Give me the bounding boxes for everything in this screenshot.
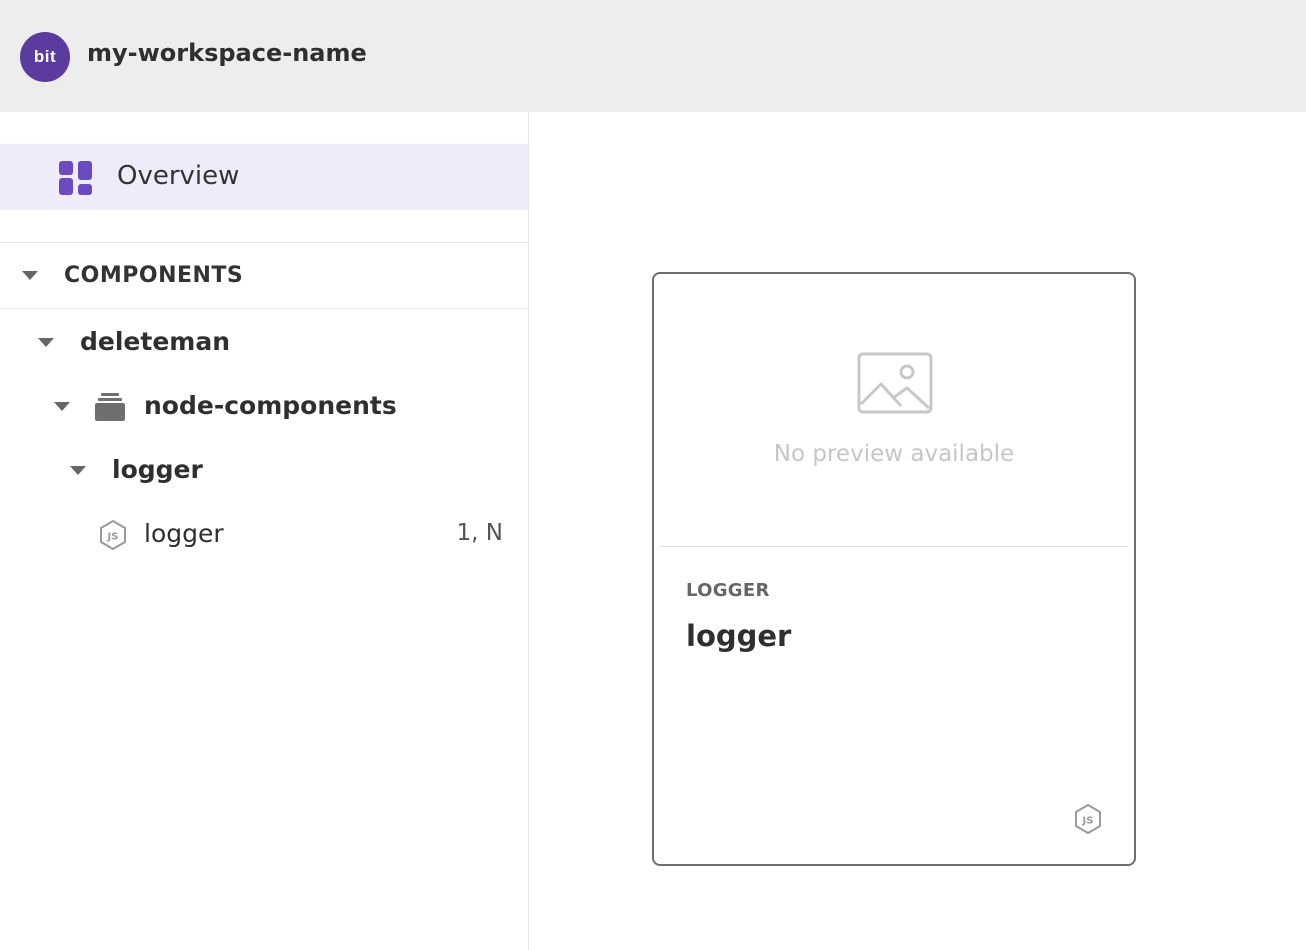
main-content: No preview available LOGGER logger JS	[530, 112, 1306, 950]
chevron-down-icon[interactable]	[38, 338, 54, 347]
overview-label: Overview	[117, 161, 240, 191]
chevron-down-icon[interactable]	[54, 402, 70, 411]
tree-item-scope[interactable]: deleteman	[0, 317, 528, 367]
card-divider	[660, 546, 1128, 547]
components-section-header[interactable]: COMPONENTS	[0, 243, 528, 309]
scope-label: deleteman	[80, 327, 230, 356]
sidebar: Overview COMPONENTS deleteman node-compo…	[0, 112, 529, 950]
component-status: 1, N	[456, 520, 503, 546]
card-component-name: logger	[686, 619, 792, 653]
nodejs-icon: JS	[100, 520, 126, 550]
image-placeholder-icon	[857, 352, 933, 414]
svg-text:JS: JS	[1082, 816, 1094, 827]
top-bar: bit my-workspace-name	[0, 0, 1306, 112]
no-preview-text: No preview available	[773, 441, 1015, 467]
workspace-title: my-workspace-name	[87, 39, 367, 67]
components-section-label: COMPONENTS	[64, 263, 244, 288]
component-label: logger	[144, 519, 224, 548]
chevron-down-icon[interactable]	[22, 271, 38, 280]
tree-item-component-folder[interactable]: logger	[0, 445, 528, 495]
tree-item-component[interactable]: JS logger 1, N	[0, 509, 528, 559]
chevron-down-icon[interactable]	[70, 466, 86, 475]
card-scope-label: LOGGER	[686, 580, 770, 601]
folder-stack-icon	[95, 393, 125, 421]
component-folder-label: logger	[112, 455, 203, 484]
component-card[interactable]: No preview available LOGGER logger JS	[652, 272, 1136, 866]
sidebar-item-overview[interactable]: Overview	[0, 144, 528, 210]
bit-logo[interactable]: bit	[20, 32, 70, 82]
tree-item-namespace[interactable]: node-components	[0, 381, 528, 431]
dashboard-grid-icon	[59, 161, 92, 195]
namespace-label: node-components	[144, 391, 397, 420]
logo-text: bit	[33, 47, 57, 66]
nodejs-icon: JS	[1075, 804, 1101, 834]
svg-text:JS: JS	[107, 532, 119, 543]
